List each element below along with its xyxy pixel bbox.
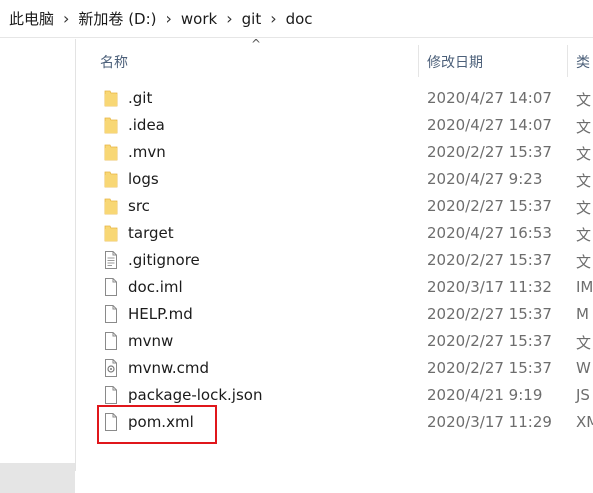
file-modified-date: 2020/2/27 15:37 [427,251,552,269]
file-name: .mvn [128,143,166,161]
file-modified-date: 2020/4/27 14:07 [427,116,552,134]
file-row[interactable]: pom.xml 2020/3/17 11:29 XM [77,409,593,436]
folder-icon [104,196,118,216]
breadcrumb-item-work[interactable]: work [178,10,220,28]
file-name: pom.xml [128,413,194,431]
file-row[interactable]: .mvn 2020/2/27 15:37 文 [77,139,593,166]
file-type: JS [576,386,590,404]
file-row[interactable]: .idea 2020/4/27 14:07 文 [77,112,593,139]
navigation-pane[interactable] [0,39,76,493]
breadcrumb-chevron-icon[interactable]: › [160,9,178,28]
text-file-icon [104,250,118,270]
file-row[interactable]: doc.iml 2020/3/17 11:32 IM [77,274,593,301]
folder-icon [104,88,118,108]
file-modified-date: 2020/4/27 14:07 [427,89,552,107]
file-modified-date: 2020/2/27 15:37 [427,197,552,215]
file-row[interactable]: target 2020/4/27 16:53 文 [77,220,593,247]
column-header-date[interactable]: 修改日期 [427,52,483,72]
file-icon [104,331,118,351]
file-modified-date: 2020/4/21 9:19 [427,386,543,404]
breadcrumb-chevron-icon[interactable]: › [220,9,238,28]
file-modified-date: 2020/2/27 15:37 [427,359,552,377]
file-modified-date: 2020/4/27 9:23 [427,170,543,188]
file-modified-date: 2020/3/17 11:32 [427,278,552,296]
file-type: IM [576,278,593,296]
file-row[interactable]: src 2020/2/27 15:37 文 [77,193,593,220]
file-name: target [128,224,174,242]
file-modified-date: 2020/2/27 15:37 [427,332,552,350]
file-icon [104,412,118,432]
breadcrumb-chevron-icon[interactable]: › [57,9,75,28]
file-type: 文 [576,253,592,271]
breadcrumb-item-drive-d[interactable]: 新加卷 (D:) [75,8,159,29]
file-name: mvnw.cmd [128,359,210,377]
file-modified-date: 2020/2/27 15:37 [427,143,552,161]
column-header-type[interactable]: 类 [576,52,590,72]
file-name: .gitignore [128,251,200,269]
file-type: 文 [576,199,592,217]
file-type: 文 [576,172,592,190]
sort-ascending-icon: ^ [251,37,262,51]
folder-icon [104,142,118,162]
file-type: 文 [576,118,592,136]
file-type: 文 [576,145,592,163]
script-file-icon [104,358,118,378]
folder-icon [104,169,118,189]
file-row[interactable]: logs 2020/4/27 9:23 文 [77,166,593,193]
file-row[interactable]: mvnw.cmd 2020/2/27 15:37 W [77,355,593,382]
file-name: .idea [128,116,165,134]
file-icon [104,304,118,324]
file-name: logs [128,170,159,188]
file-list: .git 2020/4/27 14:07 文 .idea 2020/4/27 14:07… [77,85,593,436]
file-icon [104,277,118,297]
file-type: M [576,305,589,323]
file-modified-date: 2020/3/17 11:29 [427,413,552,431]
file-type: W [576,359,591,377]
file-type: 文 [576,226,592,244]
breadcrumb-item-git[interactable]: git [239,10,265,28]
file-row[interactable]: .gitignore 2020/2/27 15:37 文 [77,247,593,274]
file-name: .git [128,89,153,107]
folder-icon [104,115,118,135]
folder-icon [104,223,118,243]
navigation-selected-item[interactable] [0,463,75,493]
file-name: src [128,197,150,215]
breadcrumb: 此电脑 › 新加卷 (D:) › work › git › doc [0,0,593,38]
file-icon [104,385,118,405]
file-row[interactable]: package-lock.json 2020/4/21 9:19 JS [77,382,593,409]
file-name: package-lock.json [128,386,263,404]
column-divider[interactable] [567,45,568,77]
file-name: HELP.md [128,305,193,323]
file-name: doc.iml [128,278,183,296]
file-modified-date: 2020/4/27 16:53 [427,224,552,242]
file-type: 文 [576,334,592,352]
file-modified-date: 2020/2/27 15:37 [427,305,552,323]
breadcrumb-item-doc[interactable]: doc [283,10,316,28]
file-type: XM [576,413,593,431]
file-name: mvnw [128,332,174,350]
file-row[interactable]: HELP.md 2020/2/27 15:37 M [77,301,593,328]
file-row[interactable]: .git 2020/4/27 14:07 文 [77,85,593,112]
breadcrumb-chevron-icon[interactable]: › [264,9,282,28]
file-type: 文 [576,91,592,109]
column-header: ^ 名称 修改日期 类 [77,37,593,81]
breadcrumb-item-this-pc[interactable]: 此电脑 [6,8,57,29]
file-row[interactable]: mvnw 2020/2/27 15:37 文 [77,328,593,355]
column-header-name[interactable]: 名称 [100,52,128,72]
column-divider[interactable] [418,45,419,77]
